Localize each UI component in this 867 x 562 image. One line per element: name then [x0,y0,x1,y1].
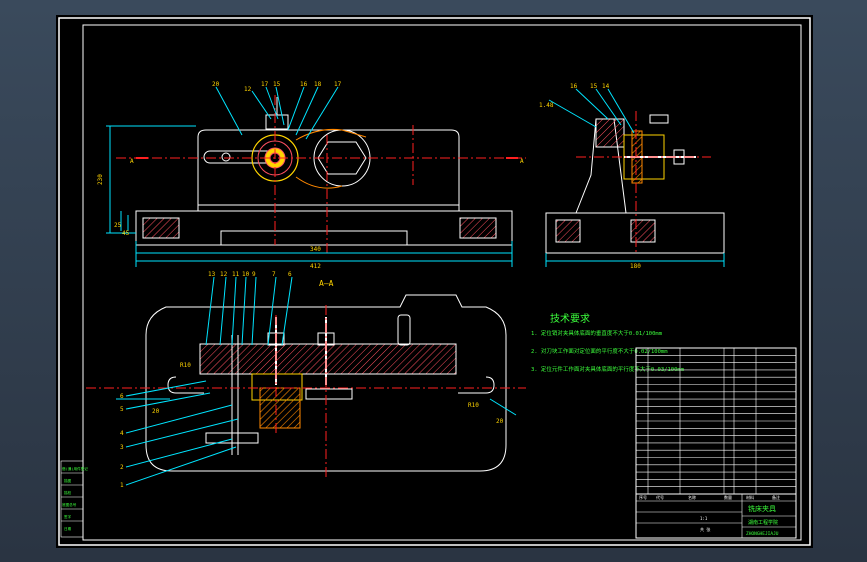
title-block: 序号 代号 名称 数量 材料 备注 铣床夹具 湖南工程学院 ZHONGHEJIA… [635,493,797,539]
callout-label: 17 [261,81,269,88]
scale-ratio: 1:1 [700,516,708,521]
dim-r-right: R10 [468,402,479,409]
header-col: 名称 [688,494,696,500]
callout-label: 9 [252,271,256,278]
header-col: 代号 [656,494,664,500]
callout-label: 15 [590,83,598,90]
drawing-sheet: 20 12 17 15 16 18 17 340 412 230 25 45 A… [56,15,813,548]
callout-label: 7 [272,271,276,278]
strip-label: 日期 [64,526,72,531]
header-col: 数量 [724,494,732,500]
callout-label: 16 [300,81,308,88]
side-view [545,88,725,267]
section-leaders [125,276,293,486]
requirement-line: 1. 定位销对夹具体底面的垂直度不大于0.01/100mm [531,329,663,337]
callout-label: 6 [120,393,124,400]
callout-label: 20 [212,81,220,88]
callout-label: 6 [288,271,292,278]
parts-list [635,347,797,495]
callout-label: 17 [334,81,342,88]
dim-base-width: 340 [310,246,321,253]
callout-label: 1 [120,482,124,489]
tech-requirements: 技术要求 1. 定位销对夹具体底面的垂直度不大于0.01/100mm 2. 对刀… [531,312,685,373]
section-title: A—A [319,279,334,288]
dim-vert-b: 45 [122,230,130,237]
drawing-name: 铣床夹具 [748,504,776,513]
requirement-line: 3. 定位元件工作面对夹具体底面的平行度不大于0.03/100mm [531,365,685,373]
section-view [86,294,526,480]
strip-label: 签字 [64,514,72,519]
sheet-border [58,17,811,546]
strip-label: 描校 [64,490,72,495]
tech-requirements-title: 技术要求 [550,312,590,325]
strip-label: 底图总号 [62,502,77,507]
callout-label: 4 [120,430,124,437]
callout-label: 1.48 [539,102,554,109]
dim-small-right: 20 [496,418,504,425]
header-col: 材料 [746,494,754,500]
drawing-number: ZHONGHEJIAJU [746,531,779,537]
callout-label: 12 [244,86,252,93]
callout-label: 16 [570,83,578,90]
strip-label: 描图 [64,478,72,483]
callout-label: 15 [273,81,281,88]
cad-viewport[interactable]: 20 12 17 15 16 18 17 340 412 230 25 45 A… [0,0,867,562]
callout-label: 11 [232,271,240,278]
dim-side-width: 180 [630,263,641,270]
callout-label: 14 [602,83,610,90]
section-marker-left: A [130,158,134,165]
dim-overall-width: 412 [310,263,321,270]
header-col: 序号 [639,494,647,500]
dim-vert-a: 25 [114,222,122,229]
callout-label: 2 [120,464,124,471]
drawing-canvas: 20 12 17 15 16 18 17 340 412 230 25 45 A… [58,17,811,546]
callout-label: 12 [220,271,228,278]
section-callouts: 13 12 11 10 9 7 6 6 5 4 3 2 1 A—A R10 R1… [120,271,504,489]
dim-r-left: R10 [180,362,191,369]
callout-label: 18 [314,81,322,88]
callout-label: 5 [120,406,124,413]
callout-label: 3 [120,444,124,451]
section-marker-right: A [520,158,524,165]
left-record-strip: 借(通)用件登记 描图 描校 底图总号 签字 日期 [60,460,88,538]
dim-height: 230 [97,174,104,185]
callout-label: 13 [208,271,216,278]
organization: 湖南工程学院 [748,519,778,526]
header-col: 备注 [772,494,780,500]
strip-label: 借(通)用件登记 [62,466,88,471]
dim-small-left: 20 [152,408,160,415]
callout-label: 10 [242,271,250,278]
sheet-count: 共 张 [700,526,710,532]
front-view [106,86,526,267]
